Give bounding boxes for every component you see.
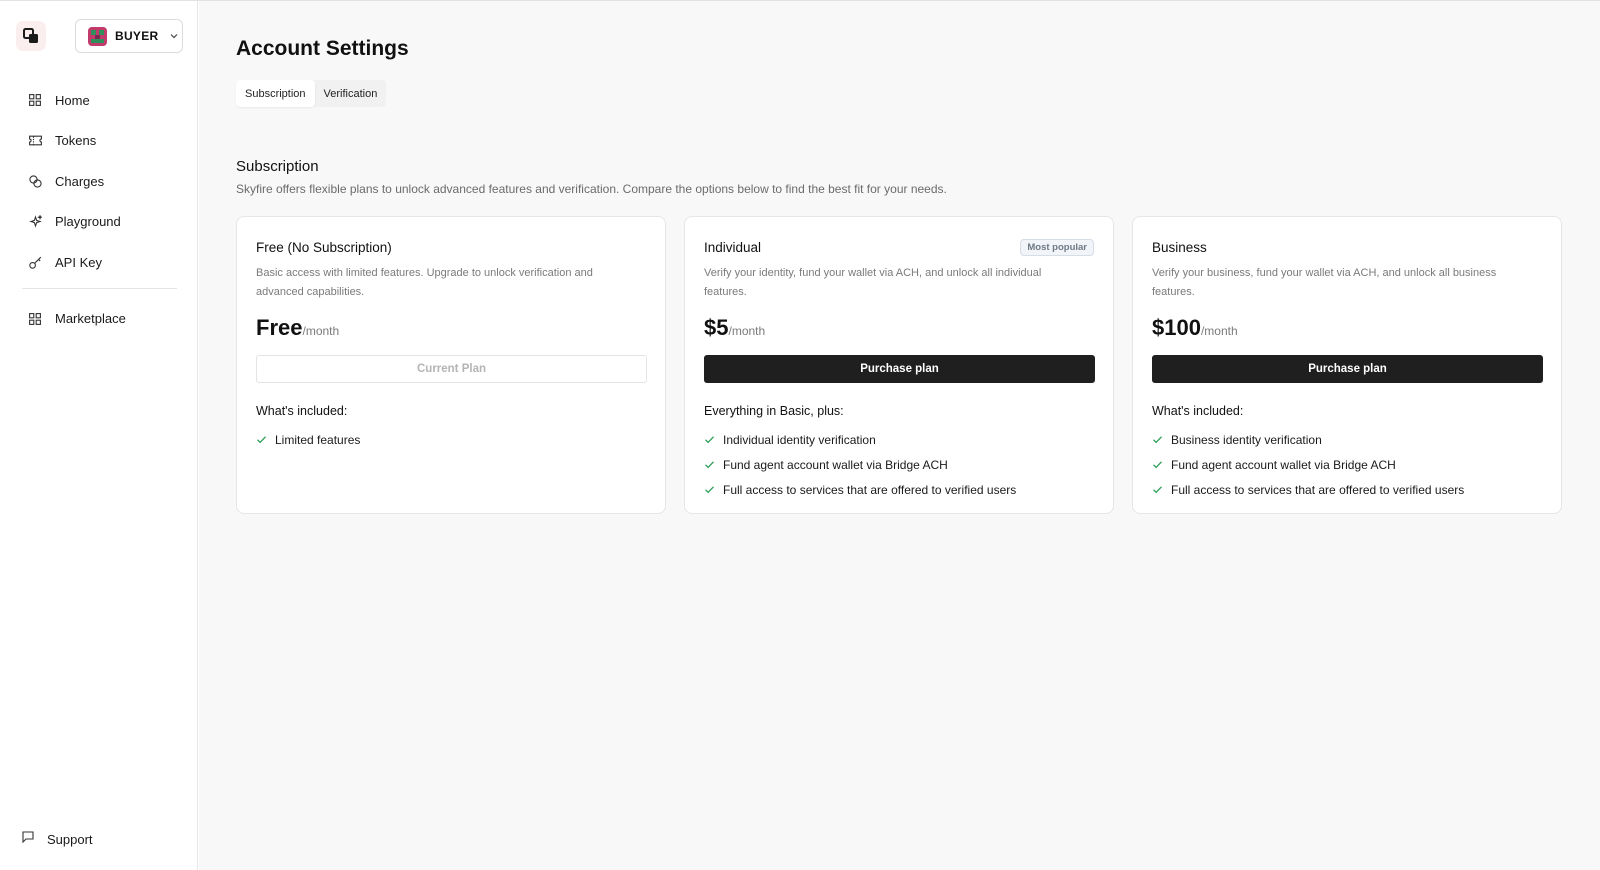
included-title: Everything in Basic, plus: (704, 404, 844, 418)
sidebar-item-label: API Key (55, 254, 102, 270)
check-icon (1152, 484, 1163, 495)
check-icon (704, 434, 715, 445)
price-period: /month (1200, 324, 1238, 338)
sidebar-item-label: Charges (55, 173, 105, 189)
feature-item: Limited features (256, 427, 360, 452)
purchase-plan-button[interactable]: Purchase plan (1152, 355, 1543, 383)
main-content: Account Settings Subscription Verificati… (199, 1, 1600, 870)
price-period: /month (302, 324, 340, 338)
sidebar-item-tokens[interactable]: Tokens (18, 126, 180, 156)
feature-item: Fund agent account wallet via Bridge ACH (1152, 452, 1464, 477)
sidebar-nav: Home Tokens Charges Playground API Key M… (18, 85, 180, 344)
most-popular-badge: Most popular (1020, 239, 1094, 256)
feature-text: Full access to services that are offered… (1171, 482, 1465, 497)
skyfire-logo[interactable] (16, 21, 46, 51)
purchase-plan-button[interactable]: Purchase plan (704, 355, 1095, 383)
check-icon (704, 484, 715, 495)
feature-text: Fund agent account wallet via Bridge ACH (723, 457, 948, 472)
plan-price: Free /month (256, 315, 339, 341)
message-icon (22, 830, 34, 848)
plan-name: Business (1152, 240, 1207, 255)
key-icon (28, 255, 42, 269)
plan-description: Verify your business, fund your wallet v… (1152, 267, 1497, 298)
check-icon (256, 434, 267, 445)
feature-item: Fund agent account wallet via Bridge ACH (704, 452, 1016, 477)
plan-name: Individual (704, 240, 762, 255)
nav-divider (22, 287, 177, 289)
sidebar: BUYER Home Tokens Charges Playground API… (0, 1, 198, 870)
coins-icon (28, 174, 42, 188)
role-switcher[interactable]: BUYER (75, 19, 183, 53)
feature-text: Fund agent account wallet via Bridge ACH (1171, 457, 1396, 472)
sidebar-item-label: Tokens (55, 133, 97, 148)
sidebar-item-playground[interactable]: Playground (18, 207, 180, 237)
feature-list: Limited features (256, 427, 360, 452)
check-icon (704, 459, 715, 470)
price-amount: $100 (1152, 315, 1201, 340)
page-title: Account Settings (236, 37, 409, 60)
sparkle-icon (28, 215, 42, 229)
price-period: /month (728, 324, 766, 338)
sidebar-item-home[interactable]: Home (18, 85, 180, 115)
feature-list: Individual identity verification Fund ag… (704, 427, 1016, 502)
plan-card-individual: Individual Most popular Verify your iden… (684, 216, 1114, 514)
plan-description: Verify your identity, fund your wallet v… (704, 267, 1042, 298)
feature-item: Full access to services that are offered… (1152, 477, 1464, 502)
section-title: Subscription (236, 158, 319, 175)
ticket-icon (28, 134, 42, 148)
grid-icon (28, 93, 42, 107)
sidebar-item-label: Marketplace (55, 311, 126, 326)
feature-list: Business identity verification Fund agen… (1152, 427, 1464, 502)
section-description: Skyfire offers flexible plans to unlock … (236, 182, 947, 196)
tab-verification[interactable]: Verification (315, 80, 387, 107)
role-label: BUYER (115, 29, 159, 43)
chevron-down-icon (169, 31, 179, 41)
settings-tabs: Subscription Verification (236, 80, 387, 107)
price-amount: Free (256, 315, 303, 340)
current-plan-button: Current Plan (256, 355, 647, 383)
plan-price: $5 /month (704, 315, 765, 341)
feature-text: Individual identity verification (723, 432, 876, 447)
sidebar-item-label: Playground (55, 214, 121, 229)
grid-icon (28, 312, 42, 326)
sidebar-item-charges[interactable]: Charges (18, 166, 180, 196)
tab-subscription[interactable]: Subscription (236, 80, 315, 107)
support-link[interactable]: Support (18, 827, 93, 851)
support-label: Support (47, 831, 93, 847)
feature-text: Full access to services that are offered… (723, 482, 1017, 497)
sidebar-item-label: Home (55, 92, 90, 108)
included-title: What's included: (256, 404, 348, 418)
avatar (88, 26, 107, 46)
check-icon (1152, 459, 1163, 470)
check-icon (1152, 434, 1163, 445)
price-amount: $5 (704, 315, 729, 340)
sidebar-item-api-key[interactable]: API Key (18, 247, 180, 277)
sidebar-item-marketplace[interactable]: Marketplace (18, 304, 180, 334)
feature-item: Business identity verification (1152, 427, 1464, 452)
plan-card-free: Free (No Subscription) Basic access with… (236, 216, 666, 514)
plan-card-business: Business Verify your business, fund your… (1132, 216, 1562, 514)
feature-item: Full access to services that are offered… (704, 477, 1016, 502)
app-window: BUYER Home Tokens Charges Playground API… (0, 0, 1600, 870)
feature-text: Limited features (275, 432, 361, 447)
plan-description: Basic access with limited features. Upgr… (256, 267, 593, 298)
included-title: What's included: (1152, 404, 1244, 418)
feature-text: Business identity verification (1171, 432, 1322, 447)
logo-mark-icon (23, 28, 38, 43)
feature-item: Individual identity verification (704, 427, 1016, 452)
plan-name: Free (No Subscription) (256, 240, 392, 255)
plan-price: $100 /month (1152, 315, 1238, 341)
